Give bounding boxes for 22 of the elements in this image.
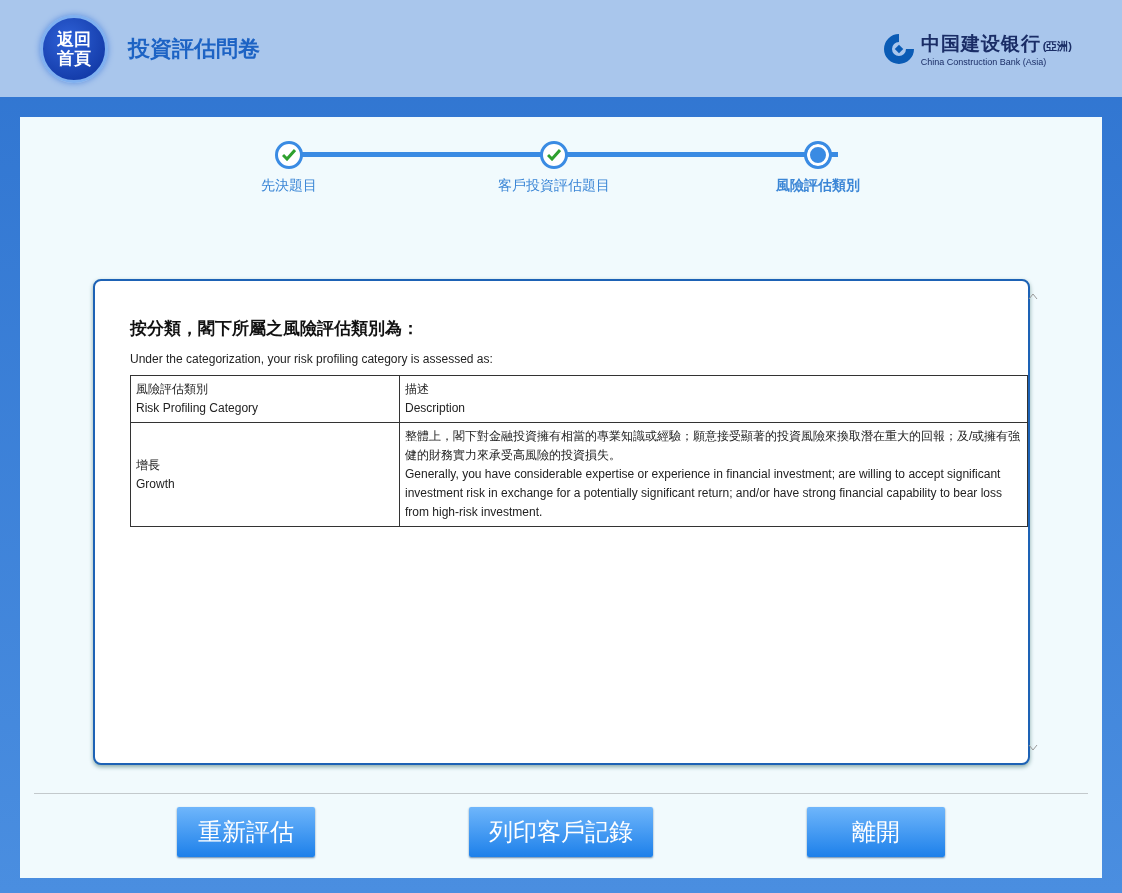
check-icon: [546, 149, 561, 161]
scroll-up-icon[interactable]: [1028, 293, 1038, 300]
step-label: 先決題目: [261, 177, 317, 195]
action-button[interactable]: 重新評估: [177, 807, 315, 857]
column-header: 描述 Description: [399, 375, 1028, 423]
home-button[interactable]: 返回 首頁: [40, 14, 108, 83]
step-label: 客戶投資評估題目: [497, 177, 610, 195]
result-heading: 按分類，閣下所屬之風險評估類別為：: [130, 318, 420, 340]
action-button[interactable]: 離開: [807, 807, 945, 857]
check-icon: [282, 149, 296, 161]
category-cell: 增長 Growth: [130, 422, 400, 527]
bank-name: 中国建设银行: [920, 31, 1041, 56]
bank-region: (亞洲): [1042, 38, 1072, 54]
result-subheading: Under the categorization, your risk profiling category is assessed as:: [130, 352, 494, 366]
step-label: 風險評估類別: [776, 177, 860, 195]
bank-name-english: China Construction Bank (Asia): [920, 56, 1048, 67]
scroll-down-icon[interactable]: [1028, 744, 1038, 751]
description-cell: 整體上，閣下對金融投資擁有相當的專業知識或經驗；願意接受顯著的投資風險來換取潛在重大的回報；及/或擁有強健的財務實力來承受高風險的投資損失。 Generally, you have considerable expertise or experience in financial investment; are willing to accept significant investment risk in exchange for a potentially significant return; and/or have strong financial capability to bear loss from high-risk investment.: [399, 422, 1028, 527]
page-title: 投資評估問卷: [128, 34, 261, 63]
column-header: 風險評估類別 Risk Profiling Category: [130, 375, 400, 423]
action-button[interactable]: 列印客戶記錄: [469, 807, 653, 857]
bank-logo-icon: [882, 32, 915, 65]
